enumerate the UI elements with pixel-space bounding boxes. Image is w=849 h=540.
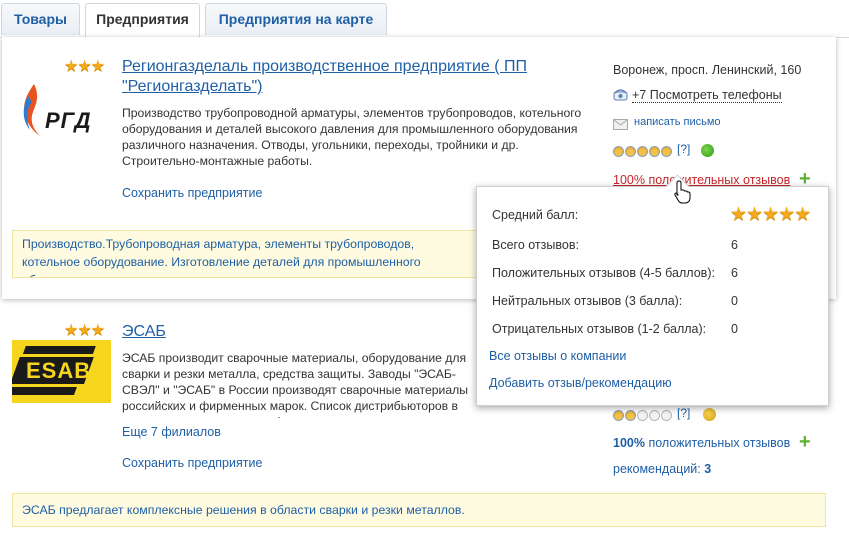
negative-reviews-label: Отрицательных отзывов (1-2 балла): <box>492 322 707 336</box>
rating-pill <box>625 146 636 157</box>
rating-pill <box>661 146 672 157</box>
add-review-link[interactable]: Добавить отзыв/рекомендацию <box>489 376 672 390</box>
status-dot-green <box>701 144 714 157</box>
reviews-popup: Средний балл: ★★★★★ Всего отзывов: 6 Пол… <box>476 174 829 406</box>
hand-cursor-icon <box>674 180 691 204</box>
mail-icon <box>613 117 628 130</box>
tab-companies[interactable]: Предприятия <box>85 3 200 37</box>
rating-pill <box>625 410 636 421</box>
rating-help-link-1[interactable]: [?] <box>677 142 690 156</box>
neutral-reviews-value: 0 <box>731 294 738 308</box>
rating-pills-1 <box>613 144 673 162</box>
flame-icon <box>23 84 40 136</box>
reviews-text-2: положительных отзывов <box>648 436 791 450</box>
save-company-link-2[interactable]: Сохранить предприятие <box>122 456 262 470</box>
rating-pill <box>613 146 624 157</box>
save-company-link-1[interactable]: Сохранить предприятие <box>122 186 262 200</box>
total-reviews-value: 6 <box>731 238 738 252</box>
company-note-1: Производство.Трубопроводная арматура, эл… <box>12 230 482 278</box>
negative-reviews-value: 0 <box>731 322 738 336</box>
tab-goods[interactable]: Товары <box>1 3 80 35</box>
phone-icon <box>613 88 628 101</box>
rating-pill <box>637 146 648 157</box>
write-letter-link[interactable]: написать письмо <box>634 116 721 128</box>
recommendations-label: рекомендаций: <box>613 462 701 476</box>
total-reviews-label: Всего отзывов: <box>492 238 579 252</box>
company-logo-esab: ESAB <box>3 340 111 403</box>
reviews-link-2[interactable]: 100% положительных отзывов <box>613 436 790 450</box>
recommendations: рекомендаций: 3 <box>613 462 711 476</box>
recommendations-count: 3 <box>704 462 712 476</box>
reviews-link-1[interactable]: 100% положительных отзывов <box>613 173 790 187</box>
company-note-2: ЭСАБ предлагает комплексные решения в об… <box>12 493 826 527</box>
rating-pill <box>649 146 660 157</box>
company-title-1[interactable]: Регионгазделаль производственное предпри… <box>122 57 572 97</box>
avg-score-label: Средний балл: <box>492 208 579 222</box>
rating-stars-2: ★★★ <box>64 322 105 339</box>
rating-pill <box>613 410 624 421</box>
company-description-1: Производство трубопроводной арматуры, эл… <box>122 106 582 168</box>
rating-pill-empty <box>637 410 648 421</box>
more-branches-link[interactable]: Еще 7 филиалов <box>122 425 221 439</box>
company-title-2[interactable]: ЭСАБ <box>122 322 166 342</box>
positive-reviews-label: Положительных отзывов (4-5 баллов): <box>492 266 715 280</box>
status-dot-yellow <box>703 408 716 421</box>
add-review-plus-icon-2[interactable]: + <box>799 432 811 452</box>
positive-reviews-value: 6 <box>731 266 738 280</box>
rating-pill-empty <box>661 410 672 421</box>
all-reviews-link[interactable]: Все отзывы о компании <box>489 349 626 363</box>
neutral-reviews-label: Нейтральных отзывов (3 балла): <box>492 294 683 308</box>
rating-help-link-2[interactable]: [?] <box>677 406 690 420</box>
tab-bar: Товары Предприятия Предприятия на карте <box>0 0 849 38</box>
tab-companies-map[interactable]: Предприятия на карте <box>205 3 387 35</box>
logo-text: РГД <box>45 108 92 133</box>
rating-pill-empty <box>649 410 660 421</box>
esab-logo-text: ESAB <box>26 358 92 383</box>
company-address-1: Воронеж, просп. Ленинский, 160 <box>613 63 802 77</box>
rating-stars-1: ★★★ <box>64 58 105 75</box>
avg-score-stars: ★★★★★ <box>730 204 811 225</box>
company-description-2: ЭСАБ производит сварочные материалы, обо… <box>122 351 468 418</box>
show-phones-link[interactable]: +7 Посмотреть телефоны <box>632 88 782 103</box>
rating-pills-2 <box>613 408 673 426</box>
reviews-percent-2: 100% <box>613 436 645 450</box>
company-logo-rgd: РГД <box>15 82 105 144</box>
